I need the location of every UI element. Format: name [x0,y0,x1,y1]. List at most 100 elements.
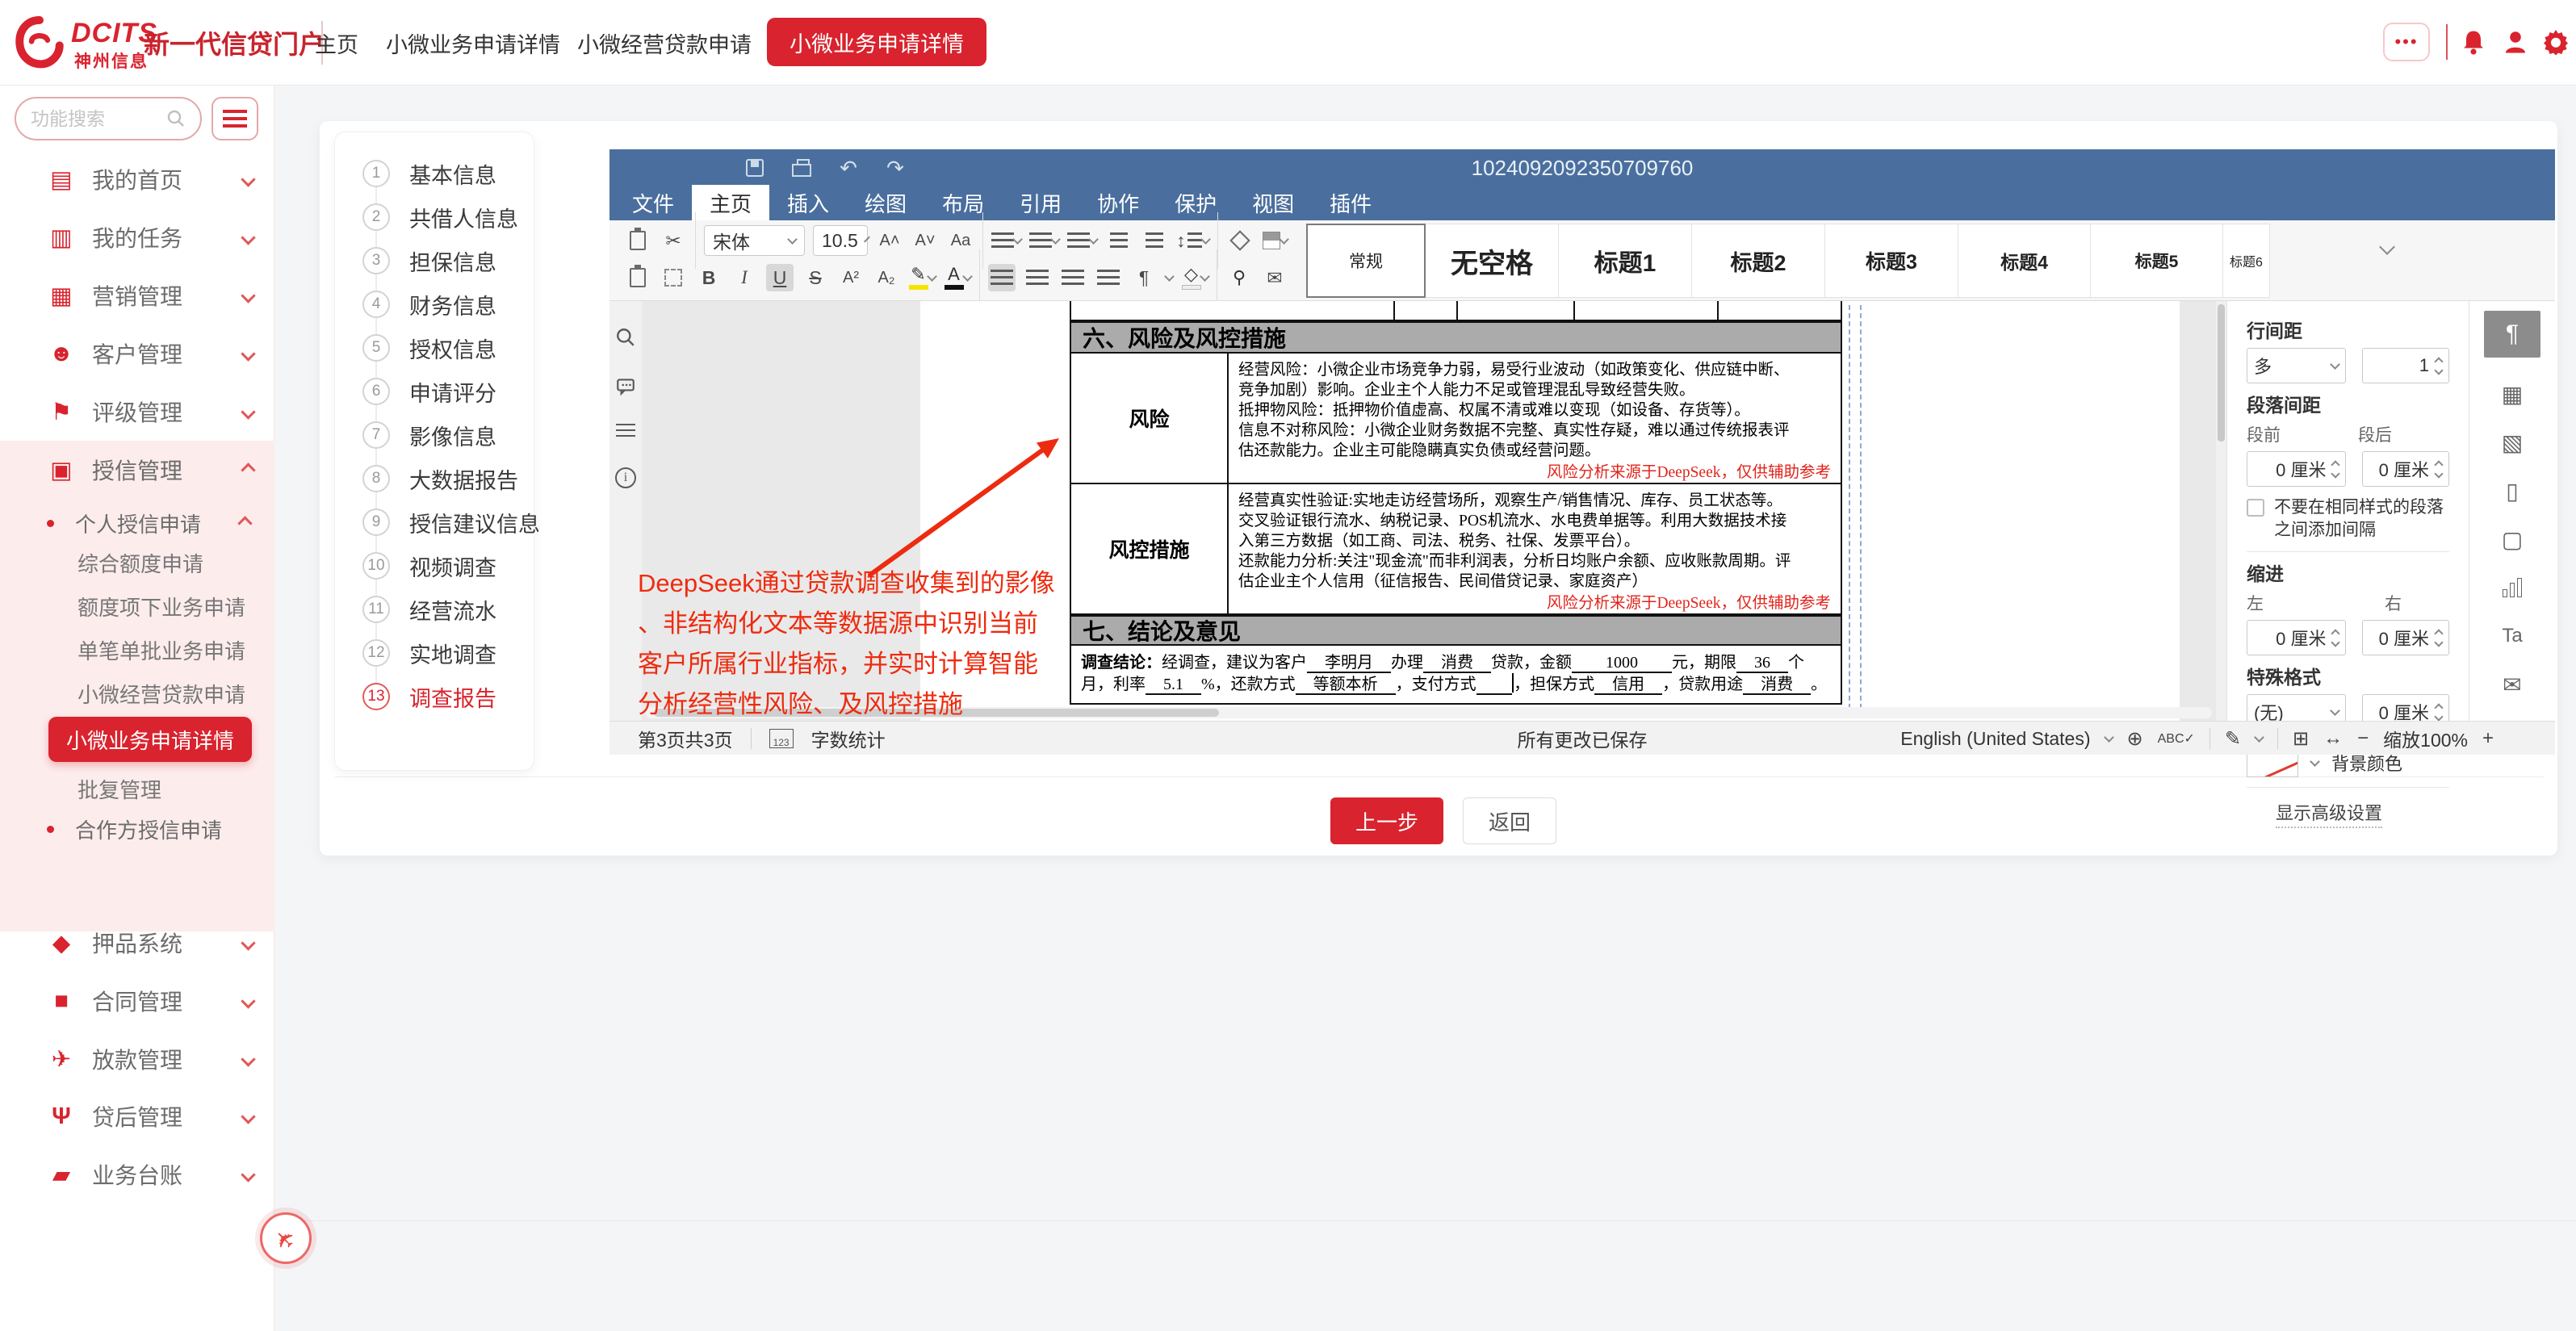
sidebar-subitem[interactable]: 小微经营贷款申请 [0,673,274,714]
step-item[interactable]: 6 申请评分 [346,370,529,413]
top-nav-loan-apply[interactable]: 小微经营贷款申请 [577,0,752,86]
editor-menu-tab[interactable]: 主页 [692,185,769,220]
style-gallery-item[interactable]: 标题1 [1559,224,1692,298]
track-changes-icon[interactable]: ✎ [2225,727,2241,751]
subscript-icon[interactable] [873,264,900,291]
sidebar-item[interactable]: 押品系统 [0,914,274,972]
align-left-icon[interactable] [988,264,1016,291]
sidebar-item[interactable]: 营销管理 [0,266,274,324]
undo-icon[interactable] [836,156,861,180]
track-changes-dropdown-icon[interactable] [2254,732,2264,743]
return-button[interactable]: 返回 [1463,797,1556,844]
font-color-icon[interactable]: A [944,264,971,291]
function-search-input[interactable] [31,108,160,130]
sidebar-subitem[interactable]: 小微业务申请详情 [48,717,252,762]
bullet-list-icon[interactable] [991,227,1021,254]
top-nav-home[interactable]: 主页 [315,0,358,86]
step-item[interactable]: 5 授权信息 [346,326,529,370]
sidebar-collapse-button[interactable] [212,97,258,140]
style-gallery-item[interactable]: 标题6 [2223,224,2270,298]
page-panel-icon[interactable]: ▯ [2484,467,2540,514]
editor-menu-tab[interactable]: 保护 [1157,185,1234,220]
sidebar-item[interactable]: 我的首页 [0,150,274,208]
style-gallery-item[interactable]: 无空格 [1426,224,1559,298]
language-selector[interactable]: English (United States) [1900,728,2090,750]
style-gallery-item[interactable]: 标题4 [1958,224,2091,298]
step-item[interactable]: 11 经营流水 [346,588,529,631]
fit-width-icon[interactable]: ↔ [2323,727,2343,750]
zoom-out-button[interactable]: − [2357,727,2369,750]
sidebar-item[interactable]: 客户管理 [0,324,274,383]
sidebar-subitem[interactable]: 综合额度申请 [0,542,274,583]
font-size-select[interactable]: 10.5 [813,225,868,256]
step-item[interactable]: 4 财务信息 [346,283,529,326]
paragraph-panel-icon[interactable]: ¶ [2484,311,2540,358]
style-gallery-item[interactable]: 标题3 [1825,224,1958,298]
conclusion-paragraph[interactable]: 调查结论：经调查，建议为客户 李明月 办理 消费 贷款，金额 1000 元，期限… [1070,646,1842,705]
more-menu-button[interactable]: ••• [2383,23,2430,61]
step-item[interactable]: 13 调查报告 [346,675,529,718]
editor-menu-tab[interactable]: 文件 [614,185,692,220]
envelope-tool-icon[interactable]: ✉ [1261,264,1288,291]
zoom-in-button[interactable]: + [2482,727,2494,750]
sidebar-item[interactable]: 合同管理 [0,972,274,1030]
line-spacing-mode-select[interactable]: 多 [2247,348,2346,383]
sidebar-subitem[interactable]: 批复管理 [0,768,274,809]
style-gallery-item[interactable]: 标题5 [2091,224,2223,298]
font-family-select[interactable]: 宋体 [704,225,805,256]
step-item[interactable]: 10 视频调查 [346,544,529,588]
align-right-icon[interactable] [1059,264,1087,291]
top-nav-active-tab[interactable]: 小微业务申请详情 [767,18,986,66]
superscript-icon[interactable] [837,264,865,291]
shading-icon[interactable] [1262,227,1289,254]
align-center-icon[interactable] [1024,264,1051,291]
select-icon[interactable] [660,264,687,291]
globe-icon[interactable]: ⊕ [2127,727,2143,751]
save-icon[interactable] [743,156,767,180]
comments-icon[interactable] [615,375,636,396]
sidebar-group-personal-credit[interactable]: 个人授信申请 [0,503,274,543]
headings-outline-icon[interactable] [616,424,635,437]
sidebar-item[interactable]: 我的任务 [0,208,274,266]
style-gallery-more-icon[interactable] [2379,239,2395,255]
justify-icon[interactable] [1095,264,1122,291]
space-after-stepper[interactable]: 0 厘米 [2362,451,2449,487]
bold-icon[interactable] [695,264,723,291]
style-gallery-item[interactable]: 常规 [1306,224,1426,298]
print-icon[interactable] [790,156,814,180]
settings-gear-icon[interactable] [2541,27,2570,57]
chart-panel-icon[interactable] [2484,564,2540,611]
step-item[interactable]: 3 担保信息 [346,239,529,283]
notification-bell-icon[interactable] [2459,27,2488,57]
language-dropdown-icon[interactable] [2104,732,2114,743]
line-spacing-value-stepper[interactable]: 1 [2362,348,2449,383]
user-profile-icon[interactable] [2501,27,2530,57]
redo-icon[interactable] [883,156,907,180]
text-art-panel-icon[interactable]: Ta [2484,613,2540,659]
step-item[interactable]: 1 基本信息 [346,152,529,195]
sidebar-group-partner-credit[interactable]: 合作方授信申请 [0,809,274,849]
shrink-font-icon[interactable] [911,227,939,254]
vertical-scrollbar[interactable] [2216,301,2226,721]
editor-menu-tab[interactable]: 引用 [1002,185,1079,220]
clear-format-icon[interactable] [1226,227,1254,254]
cut-icon[interactable] [660,227,687,254]
advanced-settings-link[interactable]: 显示高级设置 [2276,799,2382,828]
italic-icon[interactable] [731,264,758,291]
underline-icon[interactable] [766,264,794,291]
step-item[interactable]: 7 影像信息 [346,413,529,457]
editor-menu-tab[interactable]: 布局 [924,185,1002,220]
space-before-stepper[interactable]: 0 厘米 [2247,451,2346,487]
same-style-spacing-checkbox[interactable] [2247,499,2264,517]
decrease-indent-icon[interactable] [1105,227,1133,254]
paste-special-icon[interactable] [624,264,651,291]
increase-indent-icon[interactable] [1141,227,1168,254]
style-gallery-item[interactable]: 标题2 [1692,224,1825,298]
image-panel-icon[interactable]: ▧ [2484,419,2540,466]
sidebar-item[interactable]: 放款管理 [0,1030,274,1088]
previous-step-button[interactable]: 上一步 [1330,797,1443,844]
sidebar-item-credit-management[interactable]: 授信管理 [0,441,274,499]
info-icon[interactable]: i [615,467,636,488]
top-nav-detail[interactable]: 小微业务申请详情 [386,0,560,86]
step-item[interactable]: 8 大数据报告 [346,457,529,500]
